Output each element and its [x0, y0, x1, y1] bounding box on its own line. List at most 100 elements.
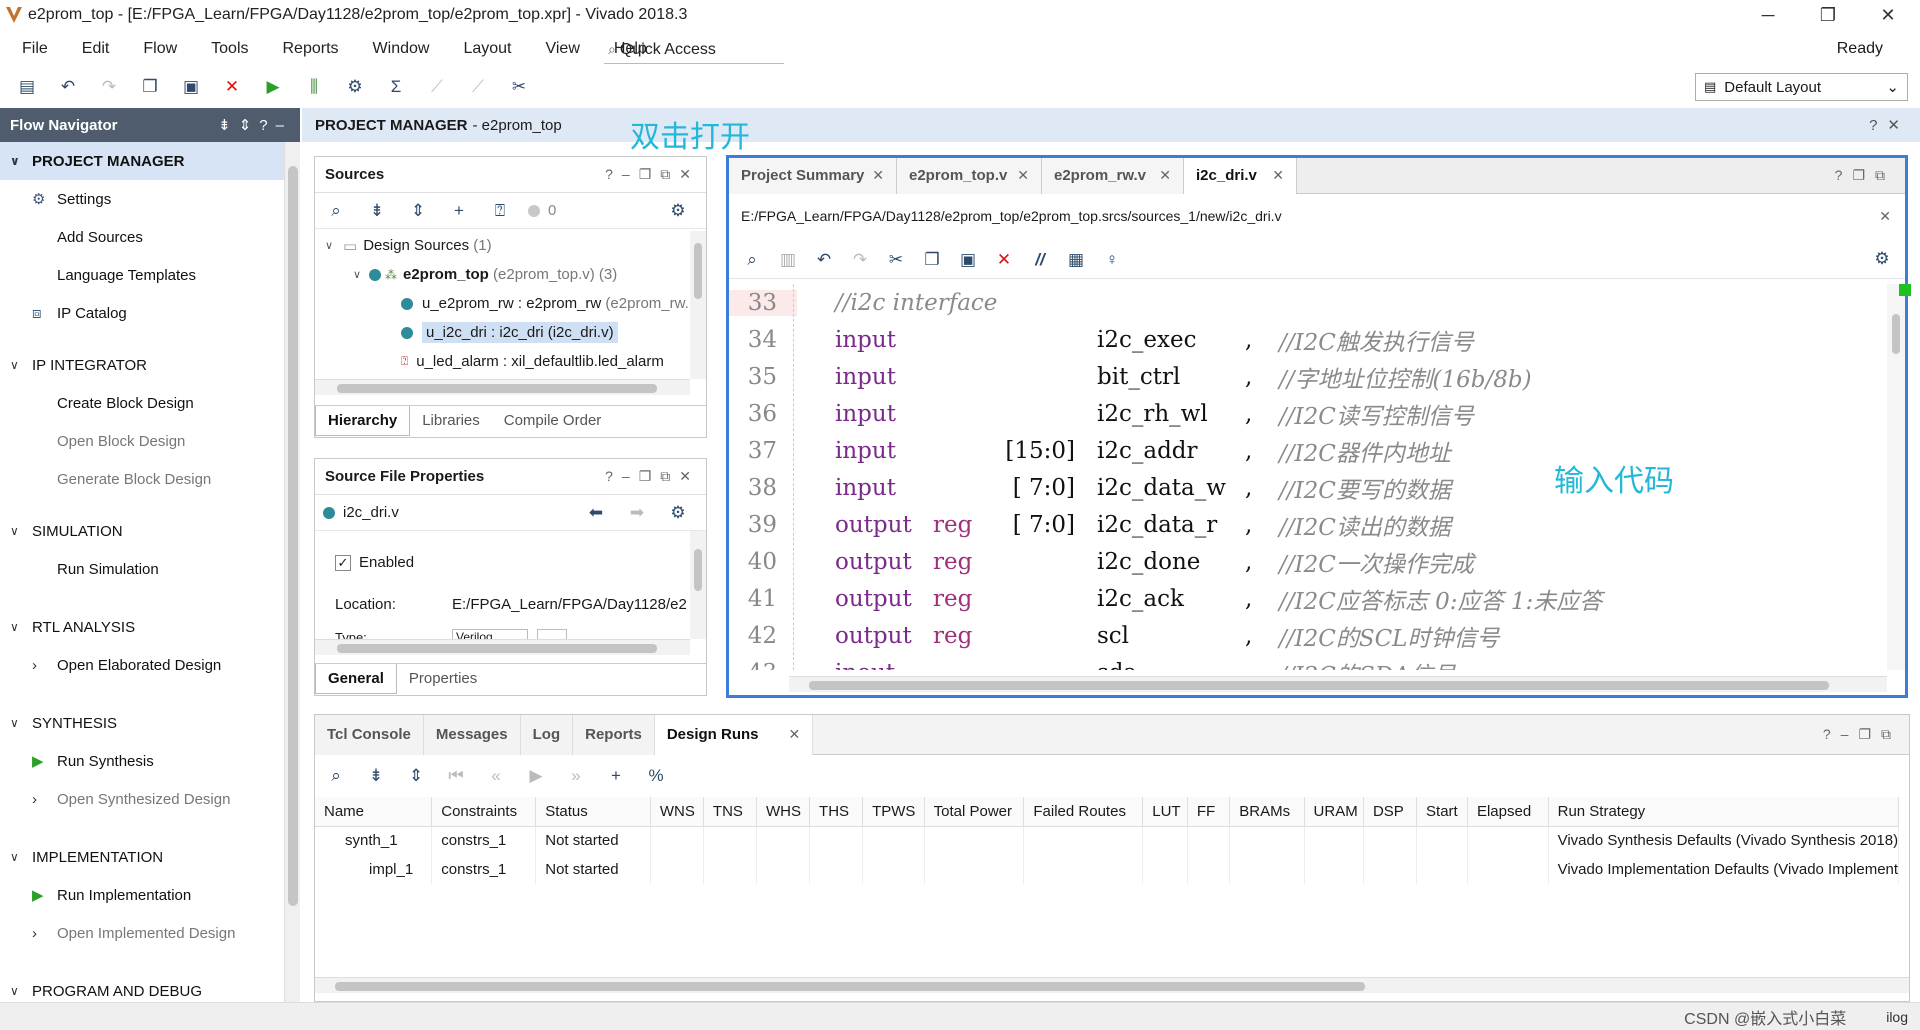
code-line[interactable]: 35 input bit_ctrl, //字地址位控制(16b/8b): [729, 358, 1887, 395]
tree-child-i2c-dri[interactable]: u_i2c_dri : i2c_dri (i2c_dri.v): [315, 318, 690, 347]
fn-section-project-manager[interactable]: ∨ PROJECT MANAGER: [0, 142, 284, 180]
search-icon[interactable]: ⌕: [323, 763, 349, 789]
menu-layout[interactable]: Layout: [463, 40, 511, 58]
fn-item-create-block-design[interactable]: Create Block Design: [0, 384, 284, 422]
fn-item-settings[interactable]: ⚙ Settings: [0, 180, 284, 218]
code-line[interactable]: 37 input [15:0] i2c_addr, //I2C器件内地址: [729, 432, 1887, 469]
open-project-icon[interactable]: ▤: [14, 74, 40, 100]
paste-icon[interactable]: ▣: [955, 247, 981, 273]
fn-section-simulation[interactable]: ∨ SIMULATION: [0, 512, 284, 550]
add-icon[interactable]: +: [446, 198, 472, 224]
menu-reports[interactable]: Reports: [283, 40, 339, 58]
tab-libraries[interactable]: Libraries: [410, 406, 492, 436]
code-line[interactable]: 33 //i2c interface: [729, 284, 1887, 321]
scroll-thumb[interactable]: [337, 644, 657, 653]
scroll-thumb[interactable]: [694, 549, 702, 591]
tree-child-led-alarm[interactable]: ⍰ u_led_alarm : xil_defaultlib.led_alarm: [315, 347, 690, 371]
tree-top-module[interactable]: ∨ ⁂ e2prom_top (e2prom_top.v) (3): [315, 260, 690, 289]
disabled-tool-icon[interactable]: ⟋: [424, 74, 450, 100]
scroll-thumb[interactable]: [288, 166, 298, 906]
type-button[interactable]: [537, 629, 567, 639]
sources-hscroll[interactable]: [315, 379, 690, 395]
column-header[interactable]: Constraints: [431, 797, 537, 827]
menu-window[interactable]: Window: [373, 40, 430, 58]
save-icon[interactable]: ▥: [775, 247, 801, 273]
disabled-tool-2-icon[interactable]: ⟋: [465, 74, 491, 100]
panel-controls[interactable]: ?❐⧉: [1835, 167, 1895, 184]
tab-log[interactable]: Log: [520, 714, 574, 755]
minimize-button[interactable]: ─: [1740, 2, 1796, 28]
flow-navigator-scrollbar[interactable]: [284, 142, 300, 1002]
first-icon[interactable]: ⏮: [443, 763, 469, 789]
menu-edit[interactable]: Edit: [82, 40, 110, 58]
table-row[interactable]: impl_1 constrs_1 Not started Vivado Impleme…: [315, 855, 1900, 884]
code-area[interactable]: 33 //i2c interface 34 input i2c_exec, //I2C触发…: [729, 284, 1887, 670]
back-arrow-icon[interactable]: ⬅: [583, 500, 609, 526]
column-header[interactable]: Name: [315, 797, 433, 827]
close-icon[interactable]: ✕: [1159, 167, 1171, 184]
pm-controls[interactable]: ?✕: [1869, 116, 1910, 134]
gear-icon[interactable]: ⚙: [665, 500, 691, 526]
fn-section-implementation[interactable]: ∨ IMPLEMENTATION: [0, 838, 284, 876]
column-header[interactable]: LUT: [1142, 797, 1188, 827]
panel-controls[interactable]: ?–❐⧉✕: [605, 468, 700, 485]
tree-design-sources[interactable]: ∨ ▭ Design Sources (1): [315, 231, 690, 260]
menu-file[interactable]: File: [22, 40, 48, 58]
column-header[interactable]: Start: [1416, 797, 1468, 827]
next-icon[interactable]: »: [563, 763, 589, 789]
redo-icon[interactable]: ↷: [96, 74, 122, 100]
scroll-thumb[interactable]: [1892, 314, 1900, 354]
runs-hscroll[interactable]: [315, 977, 1909, 993]
forward-arrow-icon[interactable]: ➡: [624, 500, 650, 526]
code-line[interactable]: 41 output reg i2c_ack, //I2C应答标志 0:应答 1:未应答: [729, 580, 1887, 617]
fn-section-ip-integrator[interactable]: ∨ IP INTEGRATOR: [0, 346, 284, 384]
close-icon[interactable]: ✕: [789, 726, 801, 743]
column-header[interactable]: Elapsed: [1467, 797, 1549, 827]
fn-item-ip-catalog[interactable]: ⧈ IP Catalog: [0, 294, 284, 332]
copy-icon[interactable]: ❐: [919, 247, 945, 273]
fn-item-open-elaborated-design[interactable]: › Open Elaborated Design: [0, 646, 284, 684]
cut-icon[interactable]: ✂: [883, 247, 909, 273]
collapse-all-icon[interactable]: ⇟: [363, 763, 389, 789]
unknown-file-icon[interactable]: ⍰: [487, 198, 513, 224]
copy-icon[interactable]: ❐: [137, 74, 163, 100]
tab-tcl-console[interactable]: Tcl Console: [315, 714, 424, 755]
expand-all-icon[interactable]: ⇕: [405, 198, 431, 224]
tab-i2c-dri[interactable]: i2c_dri.v ✕: [1184, 157, 1297, 194]
close-icon[interactable]: ✕: [1272, 167, 1284, 184]
props-vscroll[interactable]: [690, 531, 706, 639]
code-line[interactable]: 34 input i2c_exec, //I2C触发执行信号: [729, 321, 1887, 358]
close-icon[interactable]: ✕: [872, 167, 884, 184]
fn-item-generate-block-design[interactable]: Generate Block Design: [0, 460, 284, 498]
fn-item-open-block-design[interactable]: Open Block Design: [0, 422, 284, 460]
fn-item-run-simulation[interactable]: Run Simulation: [0, 550, 284, 588]
prev-icon[interactable]: «: [483, 763, 509, 789]
search-icon[interactable]: ⌕: [739, 247, 765, 273]
scroll-thumb[interactable]: [694, 243, 702, 299]
scroll-thumb[interactable]: [809, 681, 1829, 690]
fn-item-run-synthesis[interactable]: ▶ Run Synthesis: [0, 742, 284, 780]
fn-section-rtl-analysis[interactable]: ∨ RTL ANALYSIS: [0, 608, 284, 646]
column-header[interactable]: Failed Routes: [1023, 797, 1144, 827]
tree-child-e2prom-rw[interactable]: u_e2prom_rw : e2prom_rw (e2prom_rw.: [315, 289, 690, 318]
column-header[interactable]: Total Power: [924, 797, 1025, 827]
code-line[interactable]: 42 output reg scl, //I2C的SCL时钟信号: [729, 617, 1887, 654]
fn-item-run-implementation[interactable]: ▶ Run Implementation: [0, 876, 284, 914]
editor-hscroll[interactable]: [789, 676, 1887, 692]
scroll-thumb[interactable]: [335, 982, 1365, 991]
tab-hierarchy[interactable]: Hierarchy: [315, 405, 411, 436]
tab-project-summary[interactable]: Project Summary ✕: [729, 157, 897, 194]
close-icon[interactable]: ✕: [1017, 167, 1029, 184]
play-icon[interactable]: ▶: [523, 763, 549, 789]
code-line[interactable]: 39 output reg [ 7:0] i2c_data_r, //I2C读出的数据: [729, 506, 1887, 543]
column-header[interactable]: DSP: [1363, 797, 1418, 827]
column-header[interactable]: Run Strategy: [1548, 797, 1900, 827]
sigma-icon[interactable]: Σ: [383, 74, 409, 100]
column-header[interactable]: Status: [535, 797, 651, 827]
fn-item-open-implemented-design[interactable]: › Open Implemented Design: [0, 914, 284, 952]
code-line[interactable]: 38 input [ 7:0] i2c_data_w, //I2C要写的数据: [729, 469, 1887, 506]
column-header[interactable]: TNS: [703, 797, 757, 827]
editor-vscroll[interactable]: [1887, 284, 1905, 670]
run-icon[interactable]: ▶: [260, 74, 286, 100]
settings-gear-icon[interactable]: ⚙: [342, 74, 368, 100]
